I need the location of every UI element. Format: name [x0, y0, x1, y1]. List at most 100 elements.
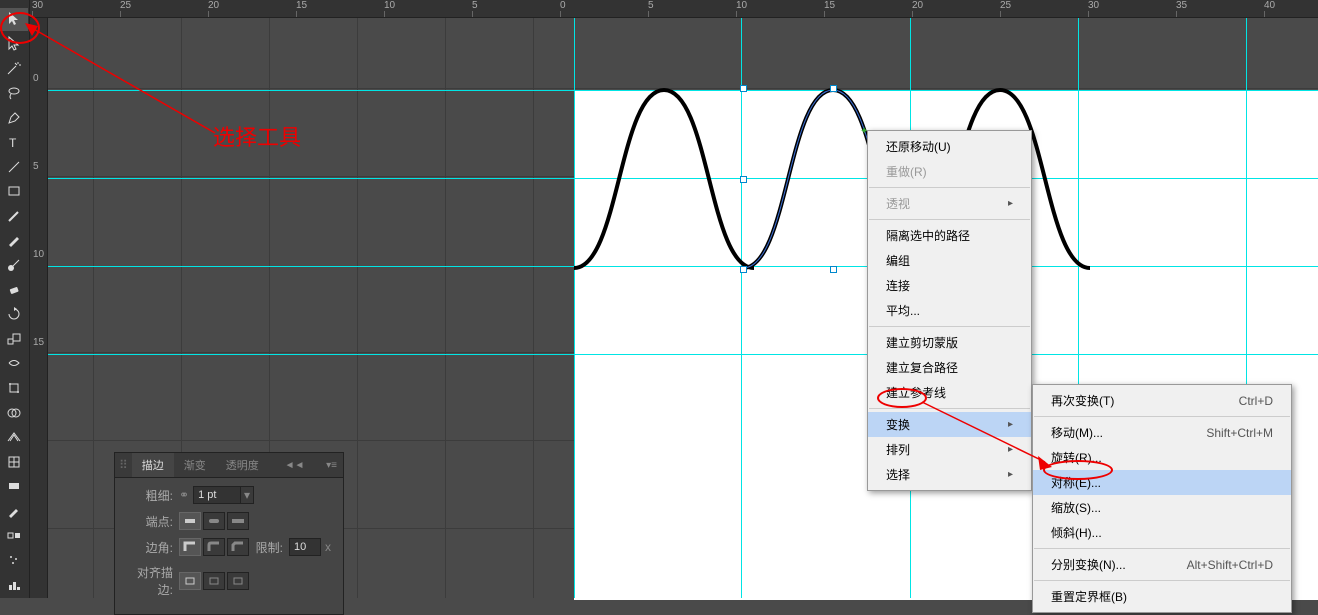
menu-make-clip[interactable]: 建立剪切蒙版	[868, 330, 1031, 355]
cap-butt-button[interactable]	[179, 512, 201, 530]
menu-redo: 重做(R)	[868, 159, 1031, 184]
menu-undo[interactable]: 还原移动(U)	[868, 134, 1031, 159]
column-graph-tool[interactable]	[0, 573, 28, 596]
menu-transform[interactable]: 变换▸	[868, 412, 1031, 437]
ruler-tick: 0	[560, 0, 566, 11]
cap-label: 端点:	[125, 513, 173, 530]
selection-handle[interactable]	[830, 85, 837, 92]
limit-label: 限制:	[249, 539, 283, 556]
shape-builder-tool[interactable]	[0, 401, 28, 424]
blob-brush-tool[interactable]	[0, 254, 28, 277]
ruler-tick: 15	[824, 0, 835, 11]
magic-wand-tool[interactable]	[0, 57, 28, 80]
align-stroke-label: 对齐描边:	[125, 564, 173, 598]
corner-round-button[interactable]	[203, 538, 225, 556]
selection-handle[interactable]	[740, 176, 747, 183]
free-transform-tool[interactable]	[0, 377, 28, 400]
line-tool[interactable]	[0, 155, 28, 178]
menu-select[interactable]: 选择▸	[868, 462, 1031, 487]
rectangle-tool[interactable]	[0, 180, 28, 203]
corner-label: 边角:	[125, 539, 173, 556]
lasso-tool[interactable]	[0, 82, 28, 105]
ruler-tick: 15	[33, 337, 44, 348]
menu-average[interactable]: 平均...	[868, 298, 1031, 323]
ruler-tick: 5	[648, 0, 654, 11]
grip-icon[interactable]: ⠿	[115, 458, 132, 472]
align-outside-button[interactable]	[227, 572, 249, 590]
dropdown-icon[interactable]: ▾	[240, 486, 254, 504]
submenu-reflect[interactable]: 对称(E)...	[1033, 470, 1291, 495]
corner-miter-button[interactable]	[179, 538, 201, 556]
gradient-tool[interactable]	[0, 475, 28, 498]
ruler-tick: 25	[120, 0, 131, 11]
corner-bevel-button[interactable]	[227, 538, 249, 556]
menu-arrange[interactable]: 排列▸	[868, 437, 1031, 462]
symbol-sprayer-tool[interactable]	[0, 549, 28, 572]
submenu-shear[interactable]: 倾斜(H)...	[1033, 520, 1291, 545]
submenu-transform-again[interactable]: 再次变换(T)Ctrl+D	[1033, 388, 1291, 413]
selection-tool[interactable]	[0, 8, 28, 31]
type-tool[interactable]: T	[0, 131, 28, 154]
eraser-tool[interactable]	[0, 278, 28, 301]
panel-tabs: ⠿ 描边 渐变 透明度 ◄◄ ▾≡	[115, 453, 343, 478]
ruler-tick: 30	[32, 0, 43, 11]
cap-round-button[interactable]	[203, 512, 225, 530]
panel-menu-icon[interactable]: ▾≡	[326, 460, 337, 471]
submenu-transform-each[interactable]: 分别变换(N)...Alt+Shift+Ctrl+D	[1033, 552, 1291, 577]
tool-palette: T	[0, 0, 30, 598]
tab-transparency[interactable]: 透明度	[216, 453, 269, 477]
svg-text:T: T	[9, 136, 17, 150]
blend-tool[interactable]	[0, 524, 28, 547]
ruler-tick: 20	[208, 0, 219, 11]
align-inside-button[interactable]	[203, 572, 225, 590]
weight-link-icon[interactable]: ⚭	[179, 488, 189, 502]
context-menu: 还原移动(U) 重做(R) 透视▸ 隔离选中的路径 编组 连接 平均... 建立…	[867, 130, 1032, 491]
menu-perspective: 透视▸	[868, 191, 1031, 216]
submenu-move[interactable]: 移动(M)...Shift+Ctrl+M	[1033, 420, 1291, 445]
panel-collapse-icon[interactable]: ◄◄	[285, 460, 305, 471]
menu-isolate[interactable]: 隔离选中的路径	[868, 223, 1031, 248]
ruler-tick: 10	[736, 0, 747, 11]
transform-submenu: 再次变换(T)Ctrl+D 移动(M)...Shift+Ctrl+M 旋转(R)…	[1032, 384, 1292, 613]
scale-tool[interactable]	[0, 328, 28, 351]
tab-gradient[interactable]: 渐变	[174, 453, 216, 477]
mesh-tool[interactable]	[0, 450, 28, 473]
limit-unit: x	[325, 540, 331, 554]
menu-join[interactable]: 连接	[868, 273, 1031, 298]
ruler-tick: 10	[33, 249, 44, 260]
menu-make-guides[interactable]: 建立参考线	[868, 380, 1031, 405]
rotate-tool[interactable]	[0, 303, 28, 326]
eyedropper-tool[interactable]	[0, 500, 28, 523]
wave-path-1[interactable]	[574, 88, 754, 273]
align-center-button[interactable]	[179, 572, 201, 590]
perspective-grid-tool[interactable]	[0, 426, 28, 449]
stroke-panel[interactable]: ⠿ 描边 渐变 透明度 ◄◄ ▾≡ 粗细: ⚭ ▾ 端点: 边角:	[114, 452, 344, 615]
menu-group[interactable]: 编组	[868, 248, 1031, 273]
ruler-tick: 35	[1176, 0, 1187, 11]
submenu-reset-bbox[interactable]: 重置定界框(B)	[1033, 584, 1291, 609]
paintbrush-tool[interactable]	[0, 205, 28, 228]
selection-handle[interactable]	[830, 266, 837, 273]
pen-tool[interactable]	[0, 106, 28, 129]
cap-projecting-button[interactable]	[227, 512, 249, 530]
direct-selection-tool[interactable]	[0, 33, 28, 56]
selection-handle[interactable]	[740, 266, 747, 273]
submenu-scale[interactable]: 缩放(S)...	[1033, 495, 1291, 520]
ruler-tick: 40	[1264, 0, 1275, 11]
ruler-tick: 30	[1088, 0, 1099, 11]
limit-input[interactable]	[289, 538, 321, 556]
pencil-tool[interactable]	[0, 229, 28, 252]
submenu-rotate[interactable]: 旋转(R)...	[1033, 445, 1291, 470]
weight-input[interactable]	[193, 486, 241, 504]
ruler-tick: 25	[1000, 0, 1011, 11]
selection-handle[interactable]	[740, 85, 747, 92]
ruler-vertical[interactable]: 0 5 10 15	[30, 18, 48, 598]
guide-horizontal[interactable]	[48, 354, 1318, 355]
width-tool[interactable]	[0, 352, 28, 375]
tab-stroke[interactable]: 描边	[132, 453, 174, 477]
ruler-tick: 0	[33, 73, 39, 84]
ruler-tick: 15	[296, 0, 307, 11]
menu-make-compound[interactable]: 建立复合路径	[868, 355, 1031, 380]
ruler-horizontal[interactable]: 30 25 20 15 10 5 0 5 10 15 20 25 30 35 4…	[30, 0, 1318, 18]
ruler-tick: 5	[33, 161, 39, 172]
